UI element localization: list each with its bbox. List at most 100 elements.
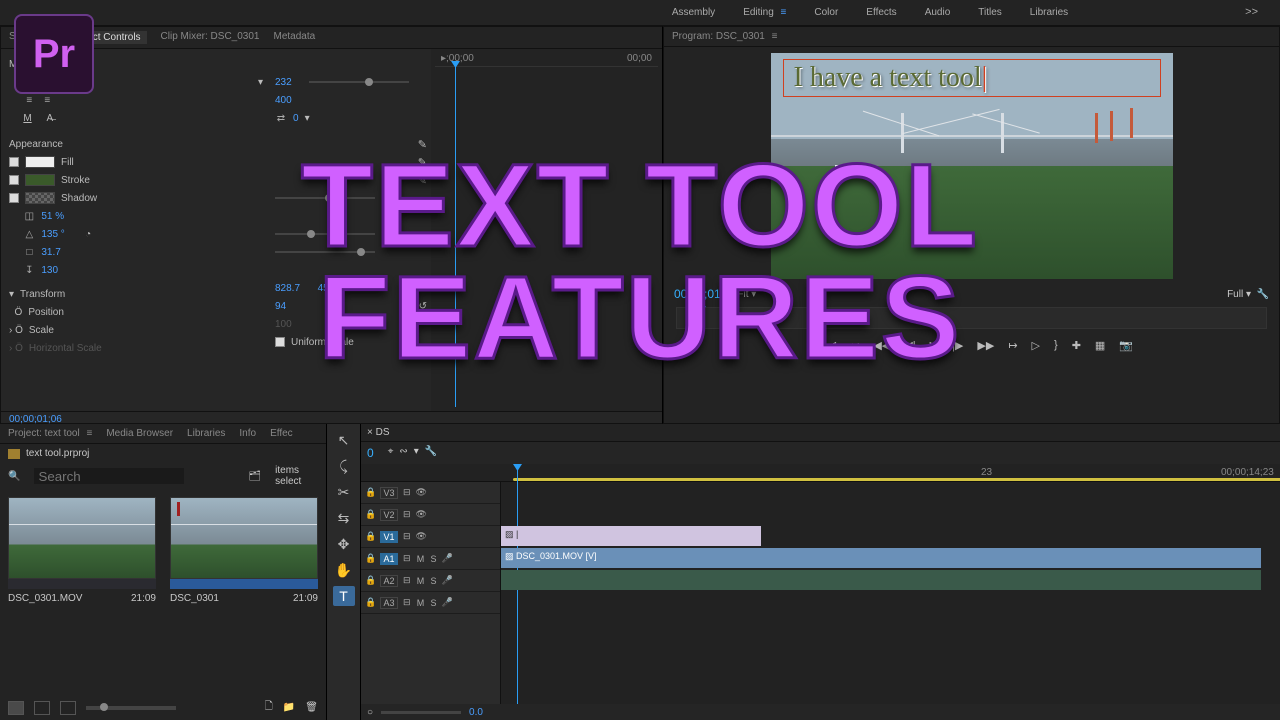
position-x[interactable]: 828.7	[275, 283, 300, 294]
fill-swatch[interactable]	[25, 156, 55, 168]
align-center-icon[interactable]: ≡	[23, 95, 35, 105]
eyedropper-icon[interactable]: ✎	[418, 138, 427, 151]
fast-forward-icon[interactable]: ▶▶	[977, 339, 994, 352]
font-select-value[interactable]: 232	[275, 77, 292, 88]
tab-effects-lower[interactable]: Effec	[270, 428, 293, 439]
video-clip[interactable]: ▨ DSC_0301.MOV [V]	[501, 548, 1261, 568]
safe-margins-icon[interactable]: ▦	[1095, 339, 1105, 352]
mark-in-icon[interactable]: {	[810, 339, 814, 351]
step-forward-many-icon[interactable]: ↦	[1008, 339, 1017, 352]
eyedropper-icon[interactable]: ✎	[418, 174, 427, 187]
marker-icon[interactable]: ▾	[414, 446, 419, 460]
shadow-angle-value[interactable]: 135 °	[41, 229, 64, 240]
step-forward-icon[interactable]: |▶	[952, 339, 963, 352]
project-item[interactable]: DSC_030121:09	[170, 497, 318, 608]
workspace-tab-libraries[interactable]: Libraries	[1030, 7, 1068, 18]
search-icon[interactable]: 🔍	[8, 471, 20, 482]
settings-wrench-icon[interactable]: 🔧	[1257, 289, 1269, 300]
shadow-opacity-value[interactable]: 51 %	[41, 211, 64, 222]
slip-tool[interactable]: ⇆	[333, 508, 355, 528]
reset-icon[interactable]: ↺	[419, 283, 427, 294]
thumb-size-slider[interactable]	[86, 706, 176, 710]
wrench-icon[interactable]: 🔧	[425, 446, 437, 460]
fill-checkbox[interactable]	[9, 157, 19, 167]
shadow-swatch[interactable]	[25, 192, 55, 204]
tab-info[interactable]: Info	[239, 428, 256, 439]
export-frame-icon[interactable]: 📷	[1119, 339, 1133, 352]
project-item[interactable]: DSC_0301.MOV21:09	[8, 497, 156, 608]
angle-dial-icon[interactable]: ◔	[85, 229, 91, 240]
snap-icon[interactable]: ⌖	[388, 446, 394, 460]
program-timecode[interactable]: 00;00;01;06	[674, 287, 737, 301]
freeform-view-icon[interactable]	[60, 701, 76, 715]
tab-libraries[interactable]: Libraries	[187, 428, 225, 439]
step-back-icon[interactable]: ◀|	[904, 339, 915, 352]
hamburger-icon[interactable]: ≡	[781, 7, 787, 18]
delete-icon[interactable]: 🗑	[305, 702, 318, 713]
track-select-tool[interactable]: ⤹	[333, 456, 355, 476]
font-slider[interactable]	[309, 81, 409, 83]
shadow-checkbox[interactable]	[9, 193, 19, 203]
timeline-track-area[interactable]: ▨ | ▨ DSC_0301.MOV [V]	[501, 482, 1280, 704]
rewind-icon[interactable]: ◀◀	[873, 339, 890, 352]
workspace-tab-audio[interactable]: Audio	[925, 7, 951, 18]
stroke-checkbox[interactable]	[9, 175, 19, 185]
timeline-zoom-value[interactable]: 0.0	[469, 707, 483, 718]
program-playhead[interactable]	[697, 306, 706, 314]
add-marker-icon[interactable]: ✚	[1072, 339, 1081, 352]
track-header-a3[interactable]: 🔒A3⊟MS🎤	[361, 592, 500, 614]
program-scrubber[interactable]	[676, 307, 1267, 329]
ec-timeline-area[interactable]: ▸;00;0000;00	[431, 49, 662, 411]
type-tool[interactable]: T	[333, 586, 355, 606]
text-strike-icon[interactable]: A̶	[46, 113, 53, 124]
opacity-slider[interactable]	[275, 197, 375, 199]
workspace-tab-assembly[interactable]: Assembly	[672, 7, 715, 18]
track-header-v3[interactable]: 🔒V3⊟👁	[361, 482, 500, 504]
program-canvas[interactable]: I have a text tool|	[771, 53, 1173, 279]
workspace-tab-effects[interactable]: Effects	[866, 7, 896, 18]
distance-slider[interactable]	[275, 233, 375, 235]
pen-tool[interactable]: ✥	[333, 534, 355, 554]
ec-playhead[interactable]	[455, 67, 456, 407]
tab-clip-mixer[interactable]: Clip Mixer: DSC_0301	[161, 31, 260, 44]
quality-full-dropdown[interactable]: Full	[1227, 289, 1243, 300]
mark-out-icon[interactable]: }	[1054, 339, 1058, 351]
step-back-many-icon[interactable]: ↤	[850, 339, 859, 352]
overflow-chevrons-icon[interactable]: >>	[1245, 6, 1258, 18]
icon-view-icon[interactable]	[34, 701, 50, 715]
timeline-zoom-slider[interactable]	[381, 711, 461, 714]
timeline-zoom-out-icon[interactable]: ○	[367, 707, 373, 718]
track-header-a1[interactable]: 🔒A1⊟MS🎤	[361, 548, 500, 570]
sequence-tab[interactable]: × DS	[367, 427, 390, 438]
kerning-value[interactable]: 0	[293, 113, 299, 124]
linked-selection-icon[interactable]: ∾	[399, 446, 407, 460]
track-header-a2[interactable]: 🔒A2⊟MS🎤	[361, 570, 500, 592]
text-underline-icon[interactable]: M	[23, 113, 31, 124]
new-bin-icon[interactable]: 🗂	[248, 471, 261, 482]
track-header-v2[interactable]: 🔒V2⊟👁	[361, 504, 500, 526]
search-input[interactable]	[34, 468, 184, 484]
scale-value[interactable]: 94	[275, 301, 286, 312]
zoom-fit-dropdown[interactable]: Fit	[737, 289, 748, 300]
workspace-tab-editing[interactable]: Editing ≡	[743, 7, 786, 18]
reset-icon[interactable]: ↺	[419, 301, 427, 312]
shadow-blur-value[interactable]: 130	[41, 265, 58, 276]
tab-project[interactable]: Project: text tool ≡	[8, 428, 92, 439]
position-y[interactable]: 45.4	[318, 283, 337, 294]
title-text-box[interactable]: I have a text tool|	[783, 59, 1161, 97]
ripple-edit-tool[interactable]: ✂	[333, 482, 355, 502]
font-size-value[interactable]: 400	[275, 95, 292, 106]
timeline-timecode[interactable]: 0	[367, 446, 374, 460]
list-view-icon[interactable]	[8, 701, 24, 715]
audio-clip[interactable]	[501, 570, 1261, 590]
new-bin-button[interactable]: 📁	[283, 702, 295, 713]
selection-tool[interactable]: ↖	[333, 430, 355, 450]
go-to-in-icon[interactable]: ◁	[828, 339, 836, 352]
blur-slider[interactable]	[275, 251, 375, 253]
workspace-tab-color[interactable]: Color	[814, 7, 838, 18]
go-to-out-icon[interactable]: ▷	[1032, 339, 1040, 352]
shadow-distance-value[interactable]: 31.7	[41, 247, 60, 258]
eyedropper-icon[interactable]: ✎	[418, 156, 427, 169]
tab-program[interactable]: Program: DSC_0301 ≡	[672, 31, 777, 42]
uniform-scale-checkbox[interactable]	[275, 337, 285, 347]
